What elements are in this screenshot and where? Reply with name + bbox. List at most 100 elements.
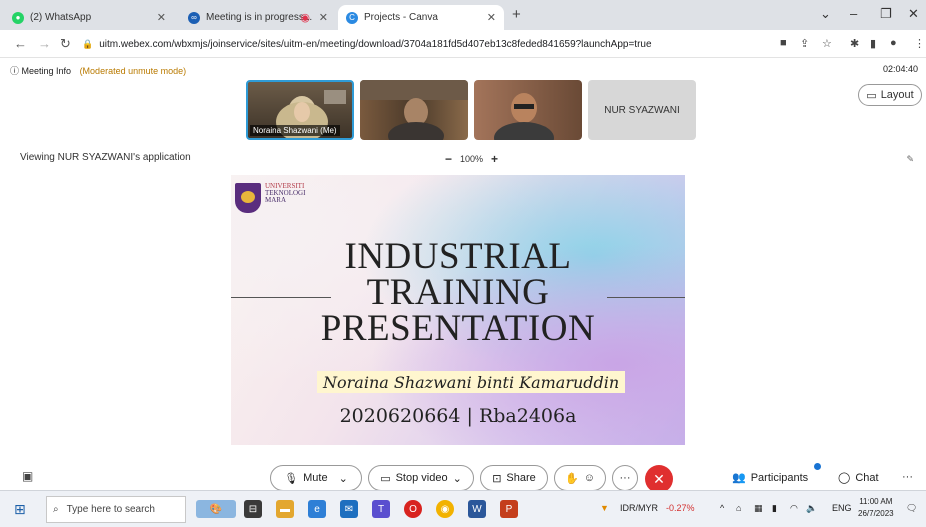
url-bar[interactable]: 🔒 uitm.webex.com/wbxmjs/joinservice/site… bbox=[82, 34, 782, 54]
edge-icon[interactable]: e bbox=[308, 500, 326, 518]
taskbar-clock[interactable]: 11:00 AM 26/7/2023 bbox=[858, 496, 894, 520]
zoom-level: 100% bbox=[460, 154, 484, 164]
file-explorer-icon[interactable]: ▬ bbox=[276, 500, 294, 518]
task-view-icon[interactable]: ⊟ bbox=[244, 500, 262, 518]
opera-icon[interactable]: O bbox=[404, 500, 422, 518]
mail-icon[interactable]: ✉ bbox=[340, 500, 358, 518]
participant-video-me[interactable]: Noraina Shazwani (Me) bbox=[246, 80, 354, 140]
new-tab-button[interactable]: + bbox=[512, 6, 521, 23]
windows-taskbar: ⊞ ⌕ Type here to search 🎨 ⊟ ▬ e ✉ T O ◉ … bbox=[0, 490, 926, 527]
tray-battery-icon[interactable]: ▮ bbox=[772, 503, 777, 514]
sidepanel-icon[interactable]: ▮ bbox=[870, 37, 876, 50]
windows-start-icon[interactable]: ⊞ bbox=[14, 501, 26, 518]
participant-name: Noraina Shazwani (Me) bbox=[250, 125, 340, 136]
stop-video-button[interactable]: ▭ Stop video ⌄ bbox=[368, 465, 474, 491]
tab-meeting[interactable]: ∞ Meeting is in progress... ◉ ✕ bbox=[180, 5, 336, 30]
reload-icon[interactable]: ↻ bbox=[60, 36, 71, 52]
share-button[interactable]: ⊡ Share bbox=[480, 465, 548, 491]
meeting-info[interactable]: ⓘ Meeting Info (Moderated unmute mode) bbox=[10, 64, 186, 77]
share-page-icon[interactable]: ⇪ bbox=[800, 37, 809, 50]
participant-video-2[interactable] bbox=[360, 80, 468, 140]
layout-button[interactable]: ▭ Layout bbox=[858, 84, 922, 106]
canva-icon: C bbox=[346, 11, 358, 24]
minimize-icon[interactable]: – bbox=[850, 6, 857, 21]
close-icon[interactable]: ✕ bbox=[157, 11, 166, 24]
tray-app-icon[interactable]: ⌂ bbox=[736, 503, 741, 513]
restore-icon[interactable]: ❐ bbox=[880, 6, 892, 22]
search-highlight-icon[interactable]: 🎨 bbox=[196, 500, 236, 518]
volume-icon[interactable]: 🔈 bbox=[806, 503, 817, 514]
taskbar-search-input[interactable]: ⌕ Type here to search bbox=[46, 496, 186, 523]
microphone-icon: 🎙 bbox=[284, 472, 299, 485]
camera-icon[interactable]: ■ bbox=[780, 37, 787, 49]
search-icon: ⌕ bbox=[53, 504, 59, 515]
captions-icon[interactable]: ▣ bbox=[22, 469, 33, 483]
unmute-mode-label: (Moderated unmute mode) bbox=[79, 66, 187, 76]
chat-button[interactable]: ◯ Chat bbox=[838, 471, 879, 485]
stocks-icon[interactable]: ▼ bbox=[600, 503, 609, 513]
leave-meeting-button[interactable]: ✕ bbox=[645, 465, 673, 493]
back-icon[interactable]: ← bbox=[14, 36, 27, 51]
participants-icon: 👥 bbox=[732, 472, 746, 484]
tab-whatsapp[interactable]: ● (2) WhatsApp ✕ bbox=[4, 5, 174, 30]
more-options-button[interactable]: ··· bbox=[612, 465, 638, 491]
meeting-clock: 02:04:40 bbox=[882, 64, 918, 74]
tab-label: (2) WhatsApp bbox=[30, 12, 92, 23]
uitm-crest-icon bbox=[235, 183, 261, 213]
participant-avatar bbox=[494, 93, 554, 140]
layout-label: Layout bbox=[880, 89, 914, 101]
chevron-down-icon[interactable]: ⌄ bbox=[339, 472, 348, 485]
zoom-in-button[interactable]: + bbox=[491, 152, 498, 166]
title-line-3: PRESENTATION bbox=[320, 308, 596, 349]
tray-overflow-icon[interactable]: ^ bbox=[720, 503, 724, 513]
meeting-info-label: Meeting Info bbox=[21, 66, 72, 76]
chrome-icon[interactable]: ◉ bbox=[436, 500, 454, 518]
overflow-menu-button[interactable]: ··· bbox=[902, 471, 913, 483]
menu-kebab-icon[interactable]: ⋮ bbox=[914, 37, 925, 50]
powerpoint-icon[interactable]: P bbox=[500, 500, 518, 518]
currency-pair: IDR/MYR bbox=[620, 503, 658, 513]
taskbar-date: 26/7/2023 bbox=[858, 509, 894, 518]
extensions-icon[interactable]: ✱ bbox=[850, 37, 859, 50]
whatsapp-icon: ● bbox=[12, 11, 24, 24]
participant-video-4[interactable]: NUR SYAZWANI bbox=[588, 80, 696, 140]
wifi-icon[interactable]: ◠ bbox=[790, 503, 798, 514]
raise-hand-icon[interactable]: ✋ bbox=[565, 472, 579, 485]
profile-avatar-icon[interactable]: ● bbox=[890, 37, 897, 49]
logo-line-3: MARA bbox=[265, 196, 287, 204]
mute-button[interactable]: 🎙 Mute ⌄ bbox=[270, 465, 362, 491]
close-icon[interactable]: ✕ bbox=[319, 11, 328, 24]
chevron-down-icon[interactable]: ⌄ bbox=[453, 472, 462, 485]
participant-name: NUR SYAZWANI bbox=[604, 104, 680, 116]
tray-network-icon[interactable]: ▦ bbox=[754, 503, 763, 514]
stop-video-label: Stop video bbox=[395, 472, 448, 484]
taskbar-time: 11:00 AM bbox=[859, 497, 893, 506]
shared-slide: UNIVERSITI TEKNOLOGI MARA INDUSTRIAL TRA… bbox=[231, 175, 685, 445]
participants-button[interactable]: 👥 Participants bbox=[732, 471, 808, 485]
bookmark-star-icon[interactable]: ☆ bbox=[822, 37, 832, 50]
close-icon[interactable]: ✕ bbox=[487, 11, 496, 24]
emoji-icon[interactable]: ☺ bbox=[584, 472, 595, 484]
uitm-logo-text: UNIVERSITI TEKNOLOGI MARA bbox=[265, 183, 305, 213]
window-close-icon[interactable]: ✕ bbox=[908, 6, 919, 22]
annotate-icon[interactable]: ✎ bbox=[906, 154, 914, 165]
recording-icon: ◉ bbox=[300, 12, 310, 24]
teams-icon[interactable]: T bbox=[372, 500, 390, 518]
share-screen-icon: ⊡ bbox=[492, 472, 502, 485]
video-camera-icon: ▭ bbox=[380, 472, 391, 485]
info-icon: ⓘ bbox=[10, 66, 22, 76]
word-icon[interactable]: W bbox=[468, 500, 486, 518]
participant-video-3[interactable] bbox=[474, 80, 582, 140]
tab-search-icon[interactable]: ⌄ bbox=[820, 6, 831, 22]
language-indicator[interactable]: ENG bbox=[832, 503, 852, 513]
share-label: Share bbox=[506, 472, 536, 484]
search-placeholder: Type here to search bbox=[66, 504, 155, 515]
address-bar-row: ← → ↻ 🔒 uitm.webex.com/wbxmjs/joinservic… bbox=[0, 30, 926, 58]
tab-canva[interactable]: C Projects - Canva ✕ bbox=[338, 5, 504, 30]
currency-change: -0.27% bbox=[666, 503, 695, 513]
meeting-window: ⓘ Meeting Info (Moderated unmute mode) 0… bbox=[0, 58, 926, 493]
lock-icon: 🔒 bbox=[82, 38, 94, 49]
zoom-out-button[interactable]: − bbox=[445, 152, 452, 166]
notifications-icon[interactable]: 🗨 bbox=[906, 503, 917, 514]
forward-icon[interactable]: → bbox=[38, 36, 51, 51]
